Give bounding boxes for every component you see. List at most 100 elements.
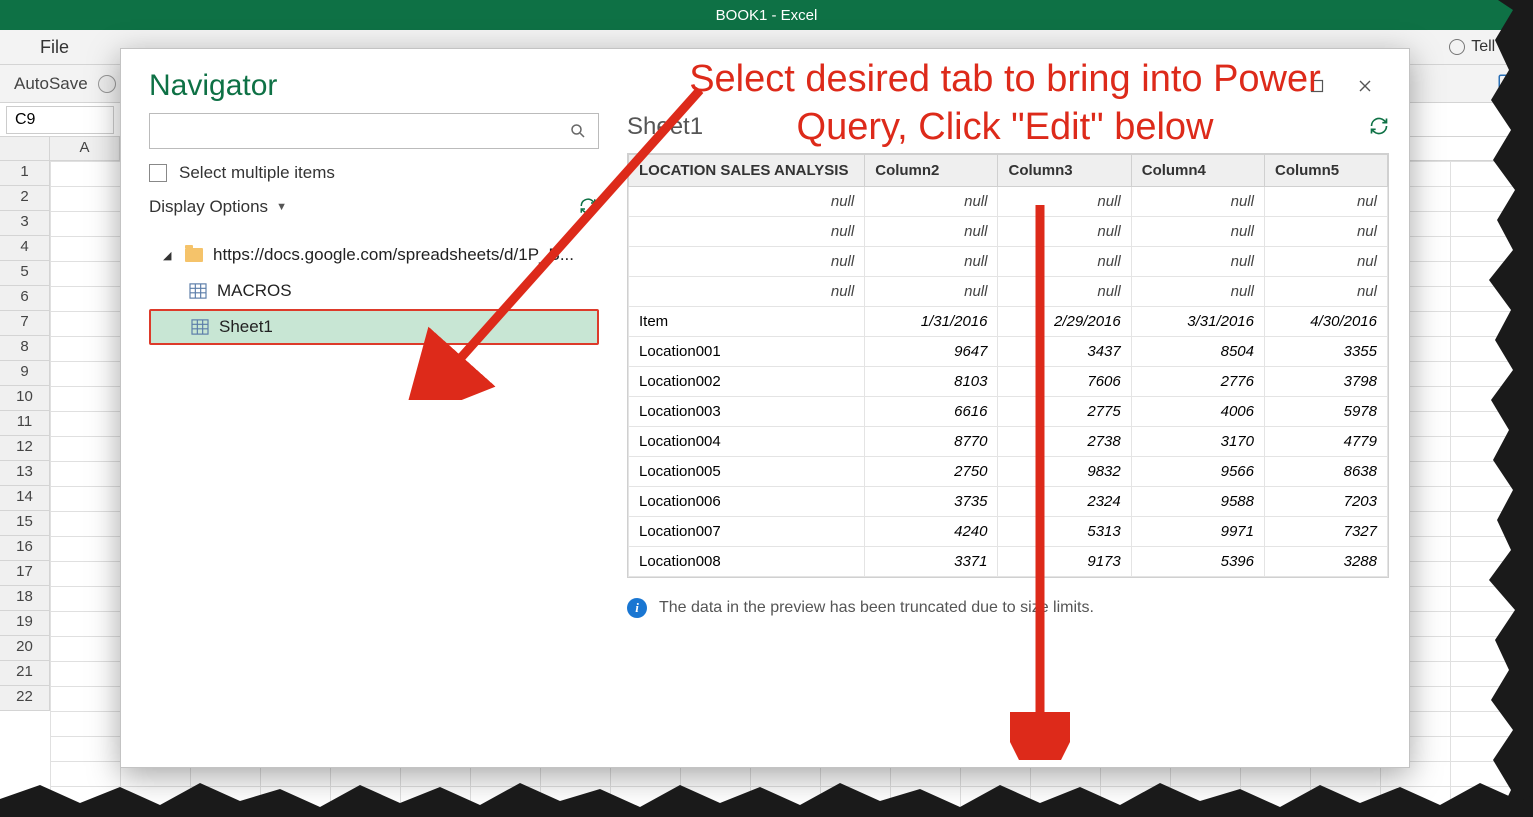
preview-row[interactable]: nullnullnullnullnul — [629, 277, 1388, 307]
preview-cell: 9173 — [998, 547, 1131, 577]
row-header[interactable]: 3 — [0, 211, 49, 236]
row-header[interactable]: 19 — [0, 611, 49, 636]
preview-row[interactable]: Location0074240531399717327 — [629, 517, 1388, 547]
preview-row[interactable]: Location0019647343785043355 — [629, 337, 1388, 367]
lightbulb-icon — [1449, 39, 1465, 55]
preview-row[interactable]: Location0028103760627763798 — [629, 367, 1388, 397]
preview-cell: null — [629, 217, 865, 247]
row-header[interactable]: 20 — [0, 636, 49, 661]
preview-cell: Location006 — [629, 487, 865, 517]
navigator-tree: ◢ https://docs.google.com/spreadsheets/d… — [149, 237, 599, 345]
row-header[interactable]: 6 — [0, 286, 49, 311]
display-options-label: Display Options — [149, 197, 268, 217]
preview-cell: Location002 — [629, 367, 865, 397]
row-header[interactable]: 2 — [0, 186, 49, 211]
preview-cell: 3355 — [1264, 337, 1387, 367]
row-header[interactable]: 9 — [0, 361, 49, 386]
preview-column-header[interactable]: Column4 — [1131, 155, 1264, 187]
preview-cell: null — [1131, 217, 1264, 247]
preview-cell: 8638 — [1264, 457, 1387, 487]
row-header[interactable]: 10 — [0, 386, 49, 411]
preview-cell: 9971 — [1131, 517, 1264, 547]
row-header[interactable]: 16 — [0, 536, 49, 561]
navigator-left-pane: Select multiple items Display Options ▼ … — [149, 113, 599, 747]
row-header[interactable]: 8 — [0, 336, 49, 361]
preview-cell: nul — [1264, 247, 1387, 277]
preview-cell: null — [865, 217, 998, 247]
tree-item-label: MACROS — [217, 281, 292, 301]
preview-cell: 1/31/2016 — [865, 307, 998, 337]
row-header[interactable]: 15 — [0, 511, 49, 536]
table-icon — [191, 319, 209, 335]
display-options-dropdown[interactable]: Display Options ▼ — [149, 197, 287, 217]
refresh-tree-button[interactable] — [579, 197, 599, 217]
row-header[interactable]: 11 — [0, 411, 49, 436]
preview-cell: 2324 — [998, 487, 1131, 517]
preview-row[interactable]: Location0052750983295668638 — [629, 457, 1388, 487]
search-button[interactable] — [558, 114, 598, 148]
preview-cell: 5396 — [1131, 547, 1264, 577]
autosave-toggle[interactable] — [98, 75, 116, 93]
preview-row[interactable]: nullnullnullnullnul — [629, 187, 1388, 217]
collapse-icon: ◢ — [163, 249, 175, 262]
preview-column-header[interactable]: LOCATION SALES ANALYSIS — [629, 155, 865, 187]
row-header[interactable]: 21 — [0, 661, 49, 686]
select-multiple-label: Select multiple items — [179, 163, 335, 183]
preview-cell: 3/31/2016 — [1131, 307, 1264, 337]
row-header[interactable]: 22 — [0, 686, 49, 711]
row-header[interactable]: 1 — [0, 161, 49, 186]
row-header[interactable]: 14 — [0, 486, 49, 511]
row-header[interactable]: 5 — [0, 261, 49, 286]
tell-me-search[interactable]: Tell m — [1449, 38, 1513, 56]
preview-cell: Location008 — [629, 547, 865, 577]
preview-cell: 2775 — [998, 397, 1131, 427]
row-header[interactable]: 4 — [0, 236, 49, 261]
close-button[interactable] — [1349, 72, 1381, 100]
preview-cell: 9647 — [865, 337, 998, 367]
select-all-corner[interactable] — [0, 137, 50, 161]
preview-cell: null — [1131, 247, 1264, 277]
autosave-label: AutoSave — [14, 74, 88, 94]
window-title-bar: BOOK1 - Excel — [0, 0, 1533, 30]
row-header[interactable]: 13 — [0, 461, 49, 486]
preview-cell: 2750 — [865, 457, 998, 487]
preview-title: Sheet1 — [627, 113, 703, 141]
search-input[interactable] — [150, 114, 558, 148]
preview-column-header[interactable]: Column2 — [865, 155, 998, 187]
preview-cell: Location005 — [629, 457, 865, 487]
preview-row[interactable]: Item1/31/20162/29/20163/31/20164/30/2016 — [629, 307, 1388, 337]
preview-cell: null — [1131, 187, 1264, 217]
file-tab[interactable]: File — [20, 31, 89, 64]
row-header[interactable]: 12 — [0, 436, 49, 461]
preview-column-header[interactable]: Column5 — [1264, 155, 1387, 187]
preview-row[interactable]: Location0048770273831704779 — [629, 427, 1388, 457]
select-multiple-checkbox-row[interactable]: Select multiple items — [149, 163, 599, 183]
tree-root-node[interactable]: ◢ https://docs.google.com/spreadsheets/d… — [149, 237, 599, 273]
dialog-title: Navigator — [149, 69, 277, 103]
preview-row[interactable]: Location0036616277540065978 — [629, 397, 1388, 427]
tell-me-label: Tell m — [1471, 38, 1513, 56]
preview-row[interactable]: nullnullnullnullnul — [629, 247, 1388, 277]
preview-cell: null — [998, 247, 1131, 277]
ribbon-option-icon[interactable] — [1497, 73, 1519, 95]
column-header[interactable]: A — [50, 137, 120, 161]
preview-row[interactable]: Location0063735232495887203 — [629, 487, 1388, 517]
row-header[interactable]: 17 — [0, 561, 49, 586]
maximize-button[interactable] — [1301, 72, 1333, 100]
row-header[interactable]: 18 — [0, 586, 49, 611]
preview-cell: null — [865, 247, 998, 277]
preview-cell: null — [629, 277, 865, 307]
tree-item-sheet1[interactable]: Sheet1 — [149, 309, 599, 345]
row-header[interactable]: 7 — [0, 311, 49, 336]
refresh-preview-button[interactable] — [1369, 116, 1389, 139]
preview-column-header[interactable]: Column3 — [998, 155, 1131, 187]
tree-item-macros[interactable]: MACROS — [149, 273, 599, 309]
preview-cell: Item — [629, 307, 865, 337]
chevron-down-icon: ▼ — [276, 201, 287, 213]
preview-cell: 6616 — [865, 397, 998, 427]
preview-row[interactable]: nullnullnullnullnul — [629, 217, 1388, 247]
preview-cell: 5313 — [998, 517, 1131, 547]
preview-row[interactable]: Location0083371917353963288 — [629, 547, 1388, 577]
name-box[interactable]: C9 — [6, 106, 114, 134]
info-message-row: i The data in the preview has been trunc… — [627, 598, 1389, 618]
